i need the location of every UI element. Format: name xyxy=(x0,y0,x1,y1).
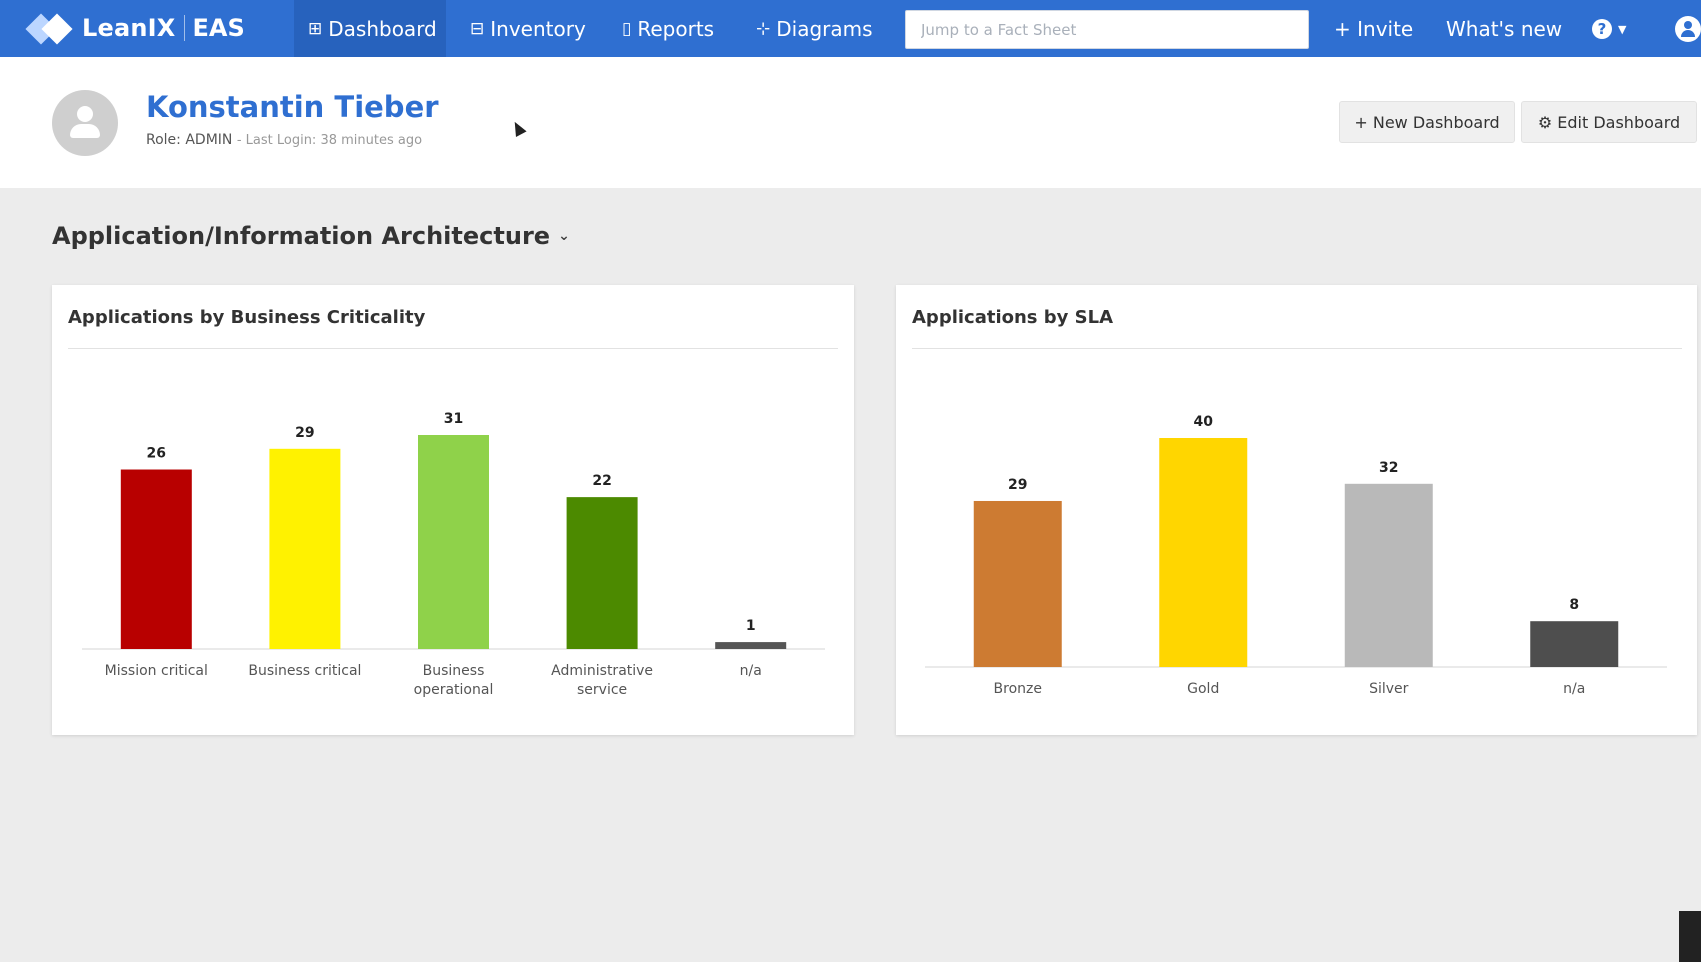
tick-label: n/a xyxy=(1563,681,1585,697)
data-label: 8 xyxy=(1569,597,1579,613)
dashboard-icon: ⊞ xyxy=(308,18,323,39)
nav-diagrams[interactable]: ⊹ Diagrams xyxy=(742,0,887,57)
chevron-down-icon: ⌄ xyxy=(558,228,570,244)
bar[interactable] xyxy=(973,500,1062,667)
reports-icon: ▯ xyxy=(622,18,632,39)
nav-reports[interactable]: ▯ Reports xyxy=(608,0,728,57)
sla-bar-chart: 29 Bronze 40 Gold 32 Silver 8 n/a xyxy=(925,414,1667,697)
data-label: 29 xyxy=(295,425,314,441)
brand-name: LeanIX xyxy=(82,14,176,42)
data-label: 22 xyxy=(592,473,611,489)
tick-label: Business critical xyxy=(248,663,361,679)
tick-label: Business operational xyxy=(414,663,494,698)
data-label: 1 xyxy=(746,618,756,634)
help-icon: ? xyxy=(1592,19,1612,39)
criticality-chart-card: Applications by Business Criticality 26 M… xyxy=(52,285,854,735)
whats-new-link[interactable]: What's new xyxy=(1446,0,1562,57)
user-meta: Role: ADMIN - Last Login: 38 minutes ago xyxy=(146,132,422,148)
criticality-bar-chart: 26 Mission critical 29 Business critical 31 B… xyxy=(82,411,825,698)
new-dashboard-button[interactable]: + New Dashboard xyxy=(1339,101,1515,143)
logo-diamond-icon xyxy=(25,11,74,45)
nav-dashboard[interactable]: ⊞ Dashboard xyxy=(294,0,446,57)
edit-dashboard-button[interactable]: ⚙ Edit Dashboard xyxy=(1521,101,1697,143)
sla-chart-card: Applications by SLA 29 Bronze 40 Gold 32 Silv… xyxy=(896,285,1697,735)
help-menu[interactable]: ? ▼ xyxy=(1592,17,1626,41)
invite-link[interactable]: + Invite xyxy=(1334,0,1413,57)
bar[interactable] xyxy=(418,435,489,649)
leanix-logo[interactable]: LeanIX EAS xyxy=(25,10,245,46)
tick-label: n/a xyxy=(740,663,762,679)
bar[interactable] xyxy=(1159,438,1248,667)
avatar xyxy=(52,90,118,156)
inventory-icon: ⊟ xyxy=(470,18,485,39)
diagrams-icon: ⊹ xyxy=(756,18,771,39)
data-label: 40 xyxy=(1194,414,1214,430)
nav-inventory-label: Inventory xyxy=(490,16,586,41)
tick-label: Administrative service xyxy=(551,663,653,698)
data-label: 26 xyxy=(147,446,166,462)
nav-inventory[interactable]: ⊟ Inventory xyxy=(456,0,600,57)
bar[interactable] xyxy=(715,642,787,649)
factsheet-search-input[interactable] xyxy=(905,10,1309,49)
data-label: 32 xyxy=(1379,460,1398,476)
nav-reports-label: Reports xyxy=(637,16,715,41)
caret-down-icon: ▼ xyxy=(1618,22,1627,36)
user-role: Role: ADMIN xyxy=(146,132,233,148)
brand-separator xyxy=(183,15,185,41)
tick-label: Silver xyxy=(1369,681,1409,697)
section-header[interactable]: Application/Information Architecture ⌄ xyxy=(52,222,570,250)
bar[interactable] xyxy=(120,469,192,649)
chat-widget-tab[interactable] xyxy=(1679,911,1701,962)
tick-label: Mission critical xyxy=(105,663,208,679)
section-title: Application/Information Architecture xyxy=(52,222,551,250)
product-name: EAS xyxy=(192,14,245,42)
last-login: - Last Login: 38 minutes ago xyxy=(236,133,423,148)
tick-label: Gold xyxy=(1187,681,1219,697)
bar[interactable] xyxy=(1530,621,1619,667)
data-label: 29 xyxy=(1008,477,1027,493)
top-navbar: LeanIX EAS ⊞ Dashboard ⊟ Inventory ▯ Rep… xyxy=(0,0,1701,57)
bar[interactable] xyxy=(1344,483,1433,667)
user-menu-icon[interactable] xyxy=(1675,16,1701,42)
nav-diagrams-label: Diagrams xyxy=(776,16,873,41)
nav-dashboard-label: Dashboard xyxy=(328,16,437,41)
bar[interactable] xyxy=(269,448,341,649)
data-label: 31 xyxy=(444,411,463,427)
user-name: Konstantin Tieber xyxy=(146,90,439,124)
bar[interactable] xyxy=(566,497,638,649)
tick-label: Bronze xyxy=(994,681,1042,697)
